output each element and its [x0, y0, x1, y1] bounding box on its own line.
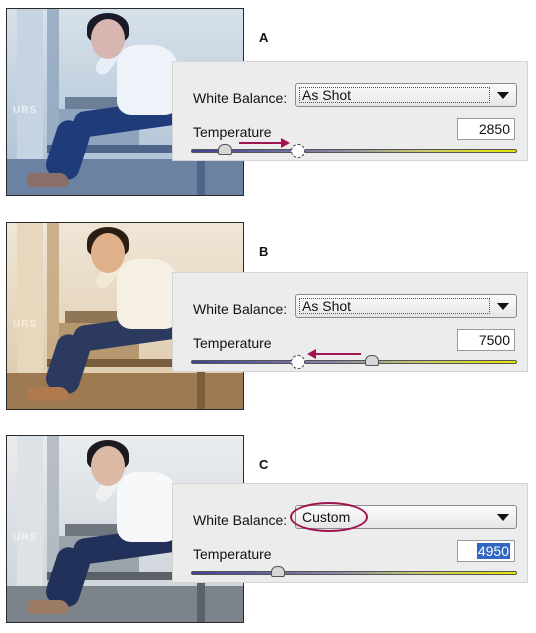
arrow-head: [281, 138, 290, 148]
white-balance-panel: White Balance: As Shot Temperature 2850: [172, 61, 528, 161]
dashed-circle-icon: [291, 144, 305, 158]
chevron-down-icon[interactable]: [497, 514, 509, 521]
temperature-input[interactable]: 4950: [457, 540, 515, 562]
white-balance-label: White Balance:: [193, 301, 288, 317]
temperature-label: Temperature: [193, 546, 272, 562]
temperature-label: Temperature: [193, 335, 272, 351]
example-b: URS B White Balance: As Shot Temperature…: [0, 222, 536, 420]
temperature-slider-track[interactable]: [191, 571, 517, 575]
panel-letter: A: [259, 30, 269, 45]
temperature-slider-track[interactable]: [191, 360, 517, 364]
white-balance-value: As Shot: [302, 87, 352, 103]
panel-letter: B: [259, 244, 269, 259]
dashed-circle-icon: [291, 355, 305, 369]
white-balance-label: White Balance:: [193, 512, 288, 528]
white-balance-dropdown[interactable]: As Shot: [295, 83, 517, 107]
temperature-value: 2850: [478, 121, 510, 137]
panel-letter: C: [259, 457, 269, 472]
temperature-slider-track[interactable]: [191, 149, 517, 153]
temperature-value: 4950: [476, 543, 510, 559]
chevron-down-icon[interactable]: [497, 303, 509, 310]
example-c: URS C White Balance: Custom Temperature …: [0, 435, 536, 633]
temperature-value: 7500: [478, 332, 510, 348]
temperature-label: Temperature: [193, 124, 272, 140]
temperature-input[interactable]: 2850: [457, 118, 515, 140]
white-balance-label: White Balance:: [193, 90, 288, 106]
temperature-input[interactable]: 7500: [457, 329, 515, 351]
white-balance-panel: White Balance: Custom Temperature 4950: [172, 483, 528, 583]
arrow-icon: [239, 142, 283, 144]
white-balance-panel: White Balance: As Shot Temperature 7500: [172, 272, 528, 372]
highlight-ellipse: [290, 502, 368, 532]
arrow-icon: [315, 353, 361, 355]
example-a: URS A White Balance: As Shot Temperature…: [0, 8, 536, 206]
chevron-down-icon[interactable]: [497, 92, 509, 99]
white-balance-dropdown[interactable]: As Shot: [295, 294, 517, 318]
white-balance-value: As Shot: [302, 298, 352, 314]
